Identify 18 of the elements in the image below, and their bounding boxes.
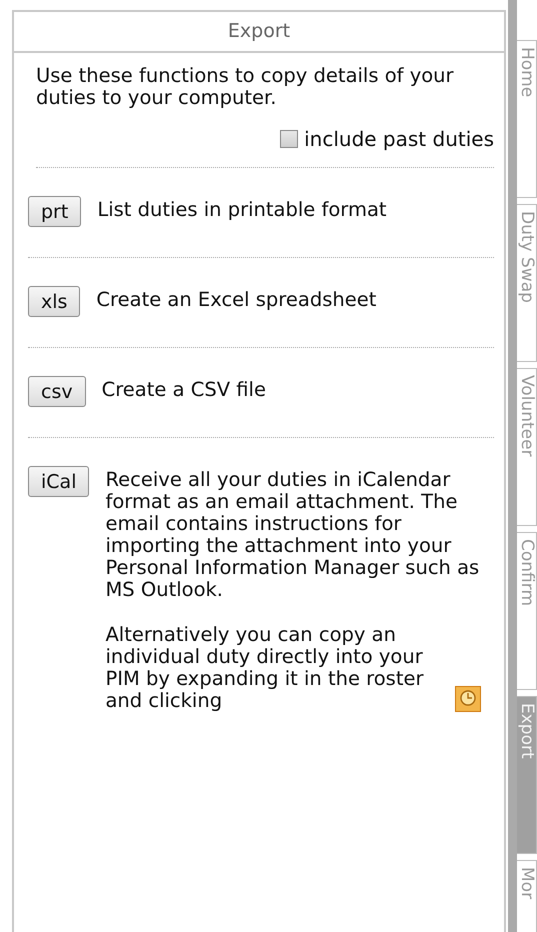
side-tab[interactable]: Mor (517, 860, 537, 932)
description-text: Create a CSV file (102, 378, 266, 401)
side-tab[interactable]: Confirm (517, 532, 537, 690)
description-text: List duties in printable format (97, 198, 387, 221)
panel-title: Export (14, 12, 504, 53)
side-tab[interactable]: Volunteer (517, 368, 537, 526)
intro-text: Use these functions to copy details of your duties to your computer. (36, 65, 455, 109)
export-button[interactable]: xls (28, 286, 80, 317)
export-button[interactable]: csv (28, 376, 86, 407)
checkbox-label[interactable]: include past duties (304, 127, 494, 151)
export-button[interactable]: prt (28, 196, 82, 227)
side-tab[interactable]: Duty Swap (517, 204, 537, 362)
side-tab[interactable]: Home (517, 40, 537, 198)
export-button[interactable]: iCal (28, 466, 90, 497)
description-text: Create an Excel spreadsheet (96, 288, 376, 311)
side-tab[interactable]: Export (517, 696, 537, 854)
description-text: Receive all your duties in iCalendar format as an email attachment. The email contains instructions for importing the attachment into your Personal Information Manager such as MS Outlook. (105, 468, 480, 601)
description-text: Alternatively you can copy an individual duty directly into your PIM by expanding it in the roster and clicking (105, 624, 425, 712)
